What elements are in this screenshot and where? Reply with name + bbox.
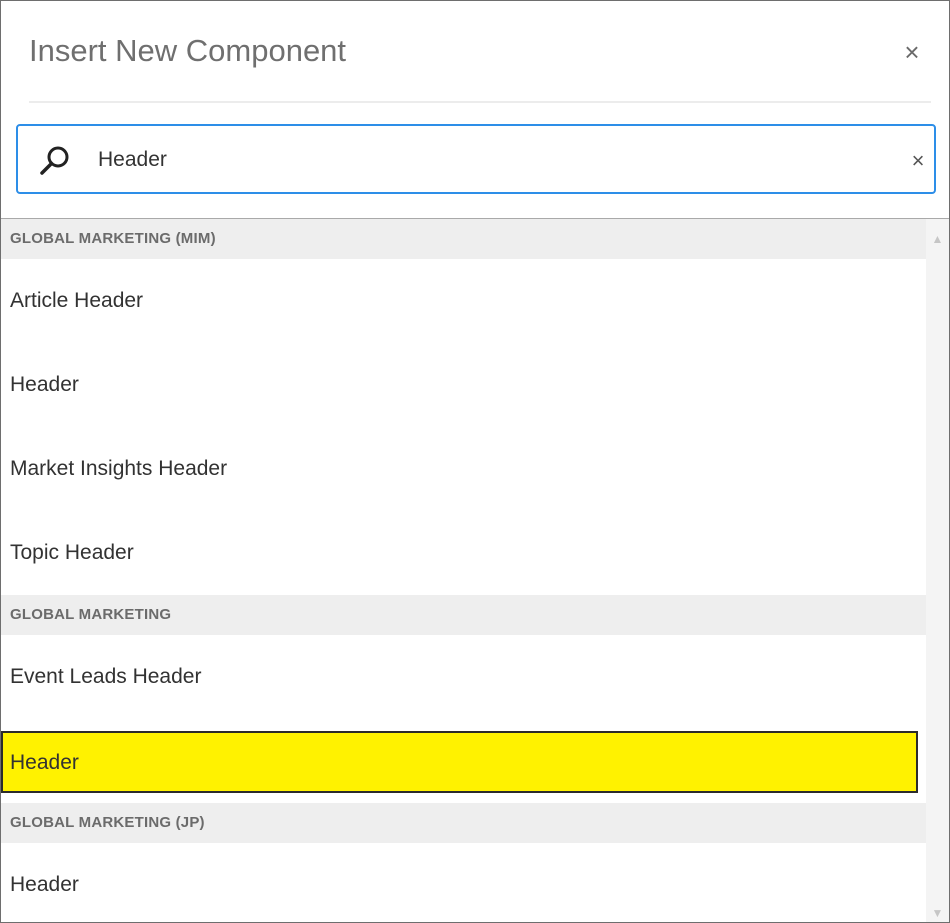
component-item-topic-header[interactable]: Topic Header — [1, 511, 926, 595]
list-scrollbar[interactable]: ▲ ▼ — [926, 219, 949, 922]
search-input[interactable] — [98, 140, 878, 180]
component-list-area: GLOBAL MARKETING (MIM) Article Header He… — [1, 218, 949, 922]
group-header-global-marketing: GLOBAL MARKETING — [1, 595, 926, 635]
search-box[interactable]: × — [16, 124, 936, 194]
scroll-down-arrow-icon[interactable]: ▼ — [926, 903, 949, 922]
component-item-header-selected[interactable]: Header — [1, 731, 918, 793]
search-icon — [40, 146, 69, 175]
close-icon: × — [904, 37, 920, 67]
close-button[interactable]: × — [899, 39, 925, 65]
group-header-global-marketing-mim: GLOBAL MARKETING (MIM) — [1, 219, 926, 259]
group-header-global-marketing-jp: GLOBAL MARKETING (JP) — [1, 803, 926, 843]
clear-search-button[interactable]: × — [908, 148, 928, 173]
insert-component-dialog: Insert New Component × × GLOBAL MARKETIN… — [0, 0, 950, 923]
dialog-header: Insert New Component × — [29, 1, 931, 103]
component-item-article-header[interactable]: Article Header — [1, 259, 926, 343]
component-list: GLOBAL MARKETING (MIM) Article Header He… — [1, 219, 926, 922]
component-item-header[interactable]: Header — [1, 343, 926, 427]
component-item-header-jp[interactable]: Header — [1, 843, 926, 922]
dialog-title: Insert New Component — [29, 33, 347, 68]
component-item-event-leads-header[interactable]: Event Leads Header — [1, 635, 926, 719]
clear-icon: × — [911, 148, 925, 173]
scroll-up-arrow-icon[interactable]: ▲ — [926, 229, 949, 249]
component-item-market-insights-header[interactable]: Market Insights Header — [1, 427, 926, 511]
